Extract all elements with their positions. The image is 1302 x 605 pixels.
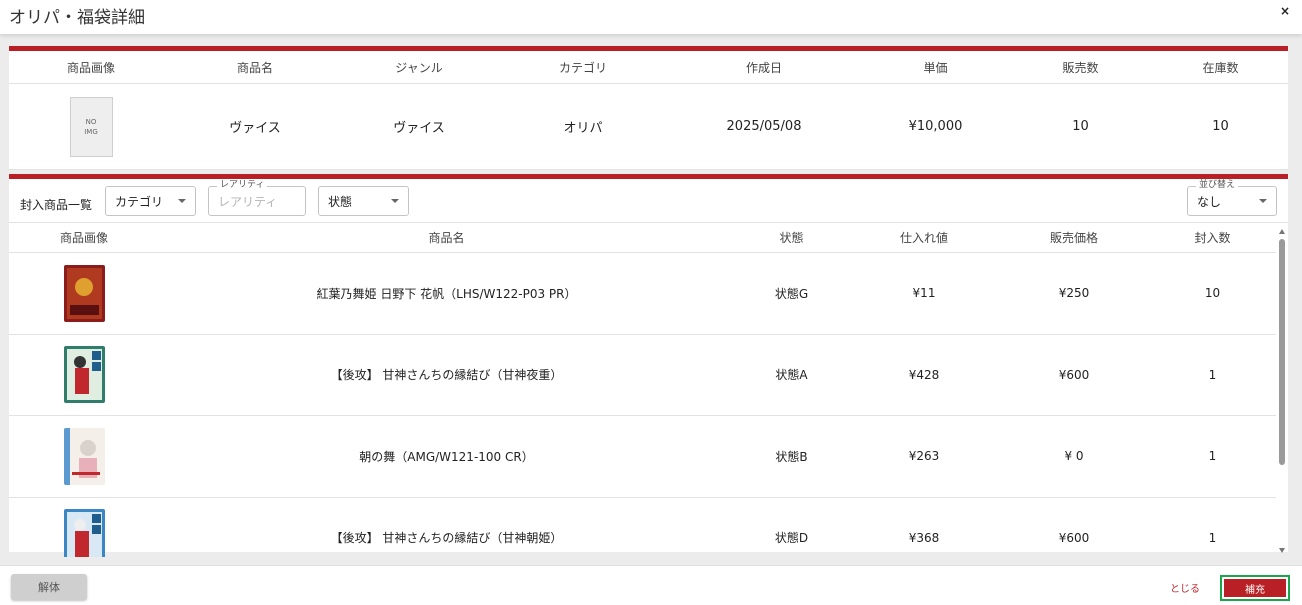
category-select-value: カテゴリ [115, 194, 164, 209]
item-name: 紅葉乃舞姫 日野下 花帆（LHS/W122-P03 PR） [316, 286, 577, 301]
item-image-cell [9, 253, 159, 334]
item-image-cell [9, 416, 159, 497]
item-cost: ¥428 [908, 367, 940, 382]
item-condition: 状態A [775, 368, 808, 383]
product-row: NO IMG ヴァイス ヴァイス オリパ 2025/05/08 ¥10,000 … [9, 84, 1288, 170]
scrollbar-thumb[interactable] [1279, 239, 1285, 465]
item-condition: 状態D [774, 531, 809, 546]
card-thumbnail [63, 346, 105, 404]
item-cost: ¥11 [912, 286, 936, 301]
chevron-down-icon [391, 199, 399, 203]
condition-select-value: 状態 [328, 194, 353, 209]
item-price: ¥250 [1058, 286, 1090, 301]
item-price: ¥ 0 [1064, 449, 1084, 464]
included-items-label: 封入商品一覧 [20, 198, 93, 212]
items-table-header: 商品画像 商品名 状態 仕入れ値 販売価格 封入数 [9, 223, 1276, 253]
card-thumbnail [63, 264, 105, 322]
sort-select[interactable]: 並び替え なし [1187, 180, 1277, 216]
item-price: ¥600 [1058, 367, 1090, 382]
item-qty: 1 [1208, 530, 1217, 545]
rarity-input[interactable]: レアリティ レアリティ [208, 180, 306, 216]
items-header-cost: 仕入れ値 [899, 231, 948, 245]
chevron-down-icon [1259, 199, 1267, 203]
category-select[interactable]: カテゴリ [105, 186, 196, 216]
product-genre: ヴァイス [393, 121, 445, 136]
replenish-button[interactable]: 補充 [1224, 579, 1286, 597]
scroll-up-icon[interactable] [1279, 229, 1285, 234]
product-table-header: 商品画像 商品名 ジャンル カテゴリ 作成日 単価 販売数 在庫数 [9, 51, 1288, 84]
item-qty: 1 [1208, 367, 1217, 382]
no-image-text-1: NO [85, 117, 97, 126]
rarity-label: レアリティ [217, 180, 268, 190]
item-image-cell [9, 335, 159, 416]
item-condition: 状態B [775, 449, 808, 464]
dismantle-button[interactable]: 解体 [11, 574, 87, 600]
item-name: 【後攻】 甘神さんちの縁結び（甘神朝姫） [330, 531, 563, 546]
item-image-cell [9, 498, 159, 557]
table-row[interactable]: 【後攻】 甘神さんちの縁結び（甘神夜重） 状態A ¥428 ¥600 1 [9, 335, 1276, 416]
card-thumbnail [63, 427, 105, 485]
filter-bar: 封入商品一覧 カテゴリ レアリティ レアリティ 状態 並び替え なし [9, 179, 1288, 223]
header-created: 作成日 [745, 60, 782, 75]
dialog-titlebar: オリパ・福袋詳細 × [0, 0, 1302, 34]
header-stock: 在庫数 [1202, 60, 1239, 75]
product-image-cell: NO IMG [9, 84, 173, 169]
item-name: 【後攻】 甘神さんちの縁結び（甘神夜重） [330, 368, 563, 383]
product-unit-price: ¥10,000 [908, 119, 963, 134]
header-genre: ジャンル [395, 60, 443, 75]
product-summary-card: 商品画像 商品名 ジャンル カテゴリ 作成日 単価 販売数 在庫数 NO IMG… [9, 46, 1288, 170]
items-header-name: 商品名 [428, 231, 465, 245]
no-image-text-2: IMG [84, 127, 98, 136]
chevron-down-icon [178, 199, 186, 203]
sort-label: 並び替え [1196, 180, 1239, 190]
close-icon[interactable]: × [1280, 4, 1290, 18]
product-created: 2025/05/08 [726, 119, 802, 134]
product-category: オリパ [563, 121, 603, 136]
header-unit-price: 単価 [923, 60, 948, 75]
header-sold: 販売数 [1062, 60, 1099, 75]
item-cost: ¥263 [908, 449, 940, 464]
sort-select-value: なし [1197, 194, 1222, 209]
condition-select[interactable]: 状態 [318, 186, 409, 216]
items-header-qty: 封入数 [1194, 231, 1231, 245]
dialog-title: オリパ・福袋詳細 [9, 8, 145, 28]
header-image: 商品画像 [66, 60, 115, 75]
rarity-placeholder: レアリティ [218, 194, 278, 209]
table-row[interactable]: 朝の舞（AMG/W121-100 CR） 状態B ¥263 ¥ 0 1 [9, 416, 1276, 498]
replenish-button-focus-ring: 補充 [1220, 575, 1290, 601]
item-price: ¥600 [1058, 530, 1090, 545]
dialog-footer: 解体 とじる 補充 [0, 565, 1302, 605]
item-condition: 状態G [774, 286, 809, 301]
product-sold: 10 [1072, 119, 1089, 134]
table-row[interactable]: 紅葉乃舞姫 日野下 花帆（LHS/W122-P03 PR） 状態G ¥11 ¥2… [9, 253, 1276, 335]
product-name: ヴァイス [229, 121, 281, 136]
item-qty: 1 [1208, 449, 1217, 464]
item-cost: ¥368 [908, 530, 940, 545]
items-table-body[interactable]: 紅葉乃舞姫 日野下 花帆（LHS/W122-P03 PR） 状態G ¥11 ¥2… [9, 253, 1276, 557]
scroll-down-icon[interactable] [1279, 548, 1285, 553]
header-name: 商品名 [236, 60, 273, 75]
items-scrollbar[interactable] [1276, 223, 1288, 557]
close-button[interactable]: とじる [1170, 580, 1200, 595]
card-thumbnail [63, 509, 105, 557]
table-row[interactable]: 【後攻】 甘神さんちの縁結び（甘神朝姫） 状態D ¥368 ¥600 1 [9, 498, 1276, 557]
item-name: 朝の舞（AMG/W121-100 CR） [359, 449, 534, 464]
item-qty: 10 [1204, 286, 1221, 301]
product-stock: 10 [1212, 119, 1229, 134]
items-header-condition: 状態 [779, 231, 804, 245]
items-header-image: 商品画像 [59, 231, 108, 245]
included-items-card: 封入商品一覧 カテゴリ レアリティ レアリティ 状態 並び替え なし 商品画像 … [9, 174, 1288, 557]
header-category: カテゴリ [558, 60, 607, 75]
no-image-placeholder: NO IMG [69, 96, 113, 157]
items-header-price: 販売価格 [1049, 231, 1098, 245]
